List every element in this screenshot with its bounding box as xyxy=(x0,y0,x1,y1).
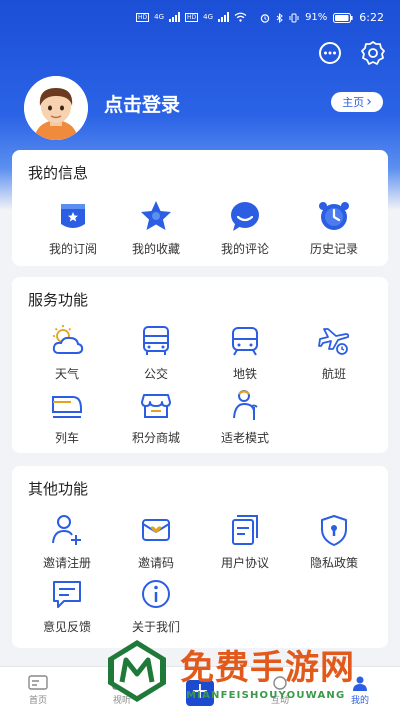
chevron-right-icon: › xyxy=(366,94,372,110)
my-comments-label: 我的评论 xyxy=(220,242,269,256)
message-icon[interactable] xyxy=(317,40,343,66)
tab-home[interactable]: 首页 xyxy=(8,675,68,706)
subway-service[interactable]: 地铁 xyxy=(200,323,290,382)
points-mall-label: 积分商城 xyxy=(131,431,180,445)
avatar-image xyxy=(24,76,88,140)
user-agreement[interactable]: 用户协议 xyxy=(200,512,290,571)
points-mall[interactable]: 积分商城 xyxy=(111,387,201,446)
network-type-2: 4G xyxy=(203,13,214,21)
bus-service[interactable]: 公交 xyxy=(111,323,201,382)
services-title: 服务功能 xyxy=(28,291,89,309)
invite-register[interactable]: 邀请注册 xyxy=(22,512,112,571)
my-favorites[interactable]: 我的收藏 xyxy=(111,198,201,257)
elderly-icon xyxy=(233,390,258,420)
invite-register-label: 邀请注册 xyxy=(42,556,91,570)
about-us[interactable]: 关于我们 xyxy=(111,576,201,635)
my-info-title: 我的信息 xyxy=(28,164,89,182)
feedback-icon xyxy=(53,581,81,608)
history-label: 历史记录 xyxy=(309,242,358,256)
weather-icon xyxy=(52,325,84,354)
plane-icon xyxy=(318,328,350,355)
login-link[interactable]: 点击登录 xyxy=(104,90,180,117)
comment-icon xyxy=(231,202,259,231)
bus-icon xyxy=(143,326,169,355)
train-service[interactable]: 列车 xyxy=(22,387,112,446)
other-functions-title: 其他功能 xyxy=(28,480,89,498)
home-tab-icon xyxy=(28,675,48,690)
tab-mine-label: 我的 xyxy=(350,696,369,706)
homepage-button[interactable]: 主页 › xyxy=(331,92,383,112)
subway-label: 地铁 xyxy=(232,367,257,381)
bluetooth-icon xyxy=(276,12,283,23)
signal-icon xyxy=(169,12,181,22)
wifi-icon xyxy=(234,12,247,22)
feedback-label: 意见反馈 xyxy=(42,620,91,634)
my-subscription[interactable]: 我的订阅 xyxy=(28,198,118,257)
invite-code-label: 邀请码 xyxy=(137,556,174,570)
flight-service[interactable]: 航班 xyxy=(289,323,379,382)
weather-label: 天气 xyxy=(54,367,79,381)
history[interactable]: 历史记录 xyxy=(289,198,379,257)
avatar[interactable] xyxy=(24,76,88,140)
about-us-label: 关于我们 xyxy=(131,620,180,634)
watermark-logo xyxy=(108,640,166,702)
my-subscription-label: 我的订阅 xyxy=(48,242,97,256)
store-icon xyxy=(141,394,171,418)
subway-icon xyxy=(232,327,258,356)
my-comments[interactable]: 我的评论 xyxy=(200,198,290,257)
tab-home-label: 首页 xyxy=(28,696,47,706)
services-card: 服务功能 天气 公交 地铁 航班 列车 积分商城 适老模式 xyxy=(12,277,388,453)
homepage-label: 主页 xyxy=(342,96,365,109)
bus-label: 公交 xyxy=(143,367,168,381)
shield-icon xyxy=(321,515,347,546)
clock-time: 6:22 xyxy=(359,11,384,24)
signal-icon-2 xyxy=(218,12,230,22)
feedback[interactable]: 意见反馈 xyxy=(22,576,112,635)
clock-icon xyxy=(319,202,349,230)
network-type: 4G xyxy=(154,13,165,21)
watermark-title: 免费手游网 xyxy=(180,648,355,688)
elderly-mode-label: 适老模式 xyxy=(220,431,269,445)
user-agreement-label: 用户协议 xyxy=(220,556,269,570)
settings-icon[interactable] xyxy=(360,40,386,66)
battery-icon xyxy=(333,12,353,23)
add-user-icon xyxy=(52,515,81,545)
flight-label: 航班 xyxy=(321,367,346,381)
watermark-subtitle: MIANFEISHOUYOUWANG xyxy=(186,690,346,701)
document-icon xyxy=(232,515,258,545)
weather-service[interactable]: 天气 xyxy=(22,323,112,382)
elderly-mode[interactable]: 适老模式 xyxy=(200,387,290,446)
hd-badge-2: HD xyxy=(185,12,199,22)
vibrate-icon xyxy=(289,13,299,22)
other-functions-card: 其他功能 邀请注册 邀请码 用户协议 隐私政策 意见反馈 关于我们 xyxy=(12,466,388,648)
status-bar: HD 4G HD 4G 91% 6:22 xyxy=(0,8,400,30)
invite-code[interactable]: 邀请码 xyxy=(111,512,201,571)
subscription-icon xyxy=(61,204,85,228)
hd-badge: HD xyxy=(136,12,150,22)
info-icon xyxy=(142,580,170,608)
privacy-policy-label: 隐私政策 xyxy=(309,556,358,570)
train-icon xyxy=(52,396,82,418)
train-label: 列车 xyxy=(54,431,79,445)
battery-percent: 91% xyxy=(305,12,328,23)
my-favorites-label: 我的收藏 xyxy=(131,242,180,256)
my-info-card: 我的信息 我的订阅 我的收藏 我的评论 历史记录 xyxy=(12,150,388,266)
envelope-icon xyxy=(142,519,170,541)
alarm-icon xyxy=(260,13,270,23)
privacy-policy[interactable]: 隐私政策 xyxy=(289,512,379,571)
star-icon xyxy=(141,201,171,230)
